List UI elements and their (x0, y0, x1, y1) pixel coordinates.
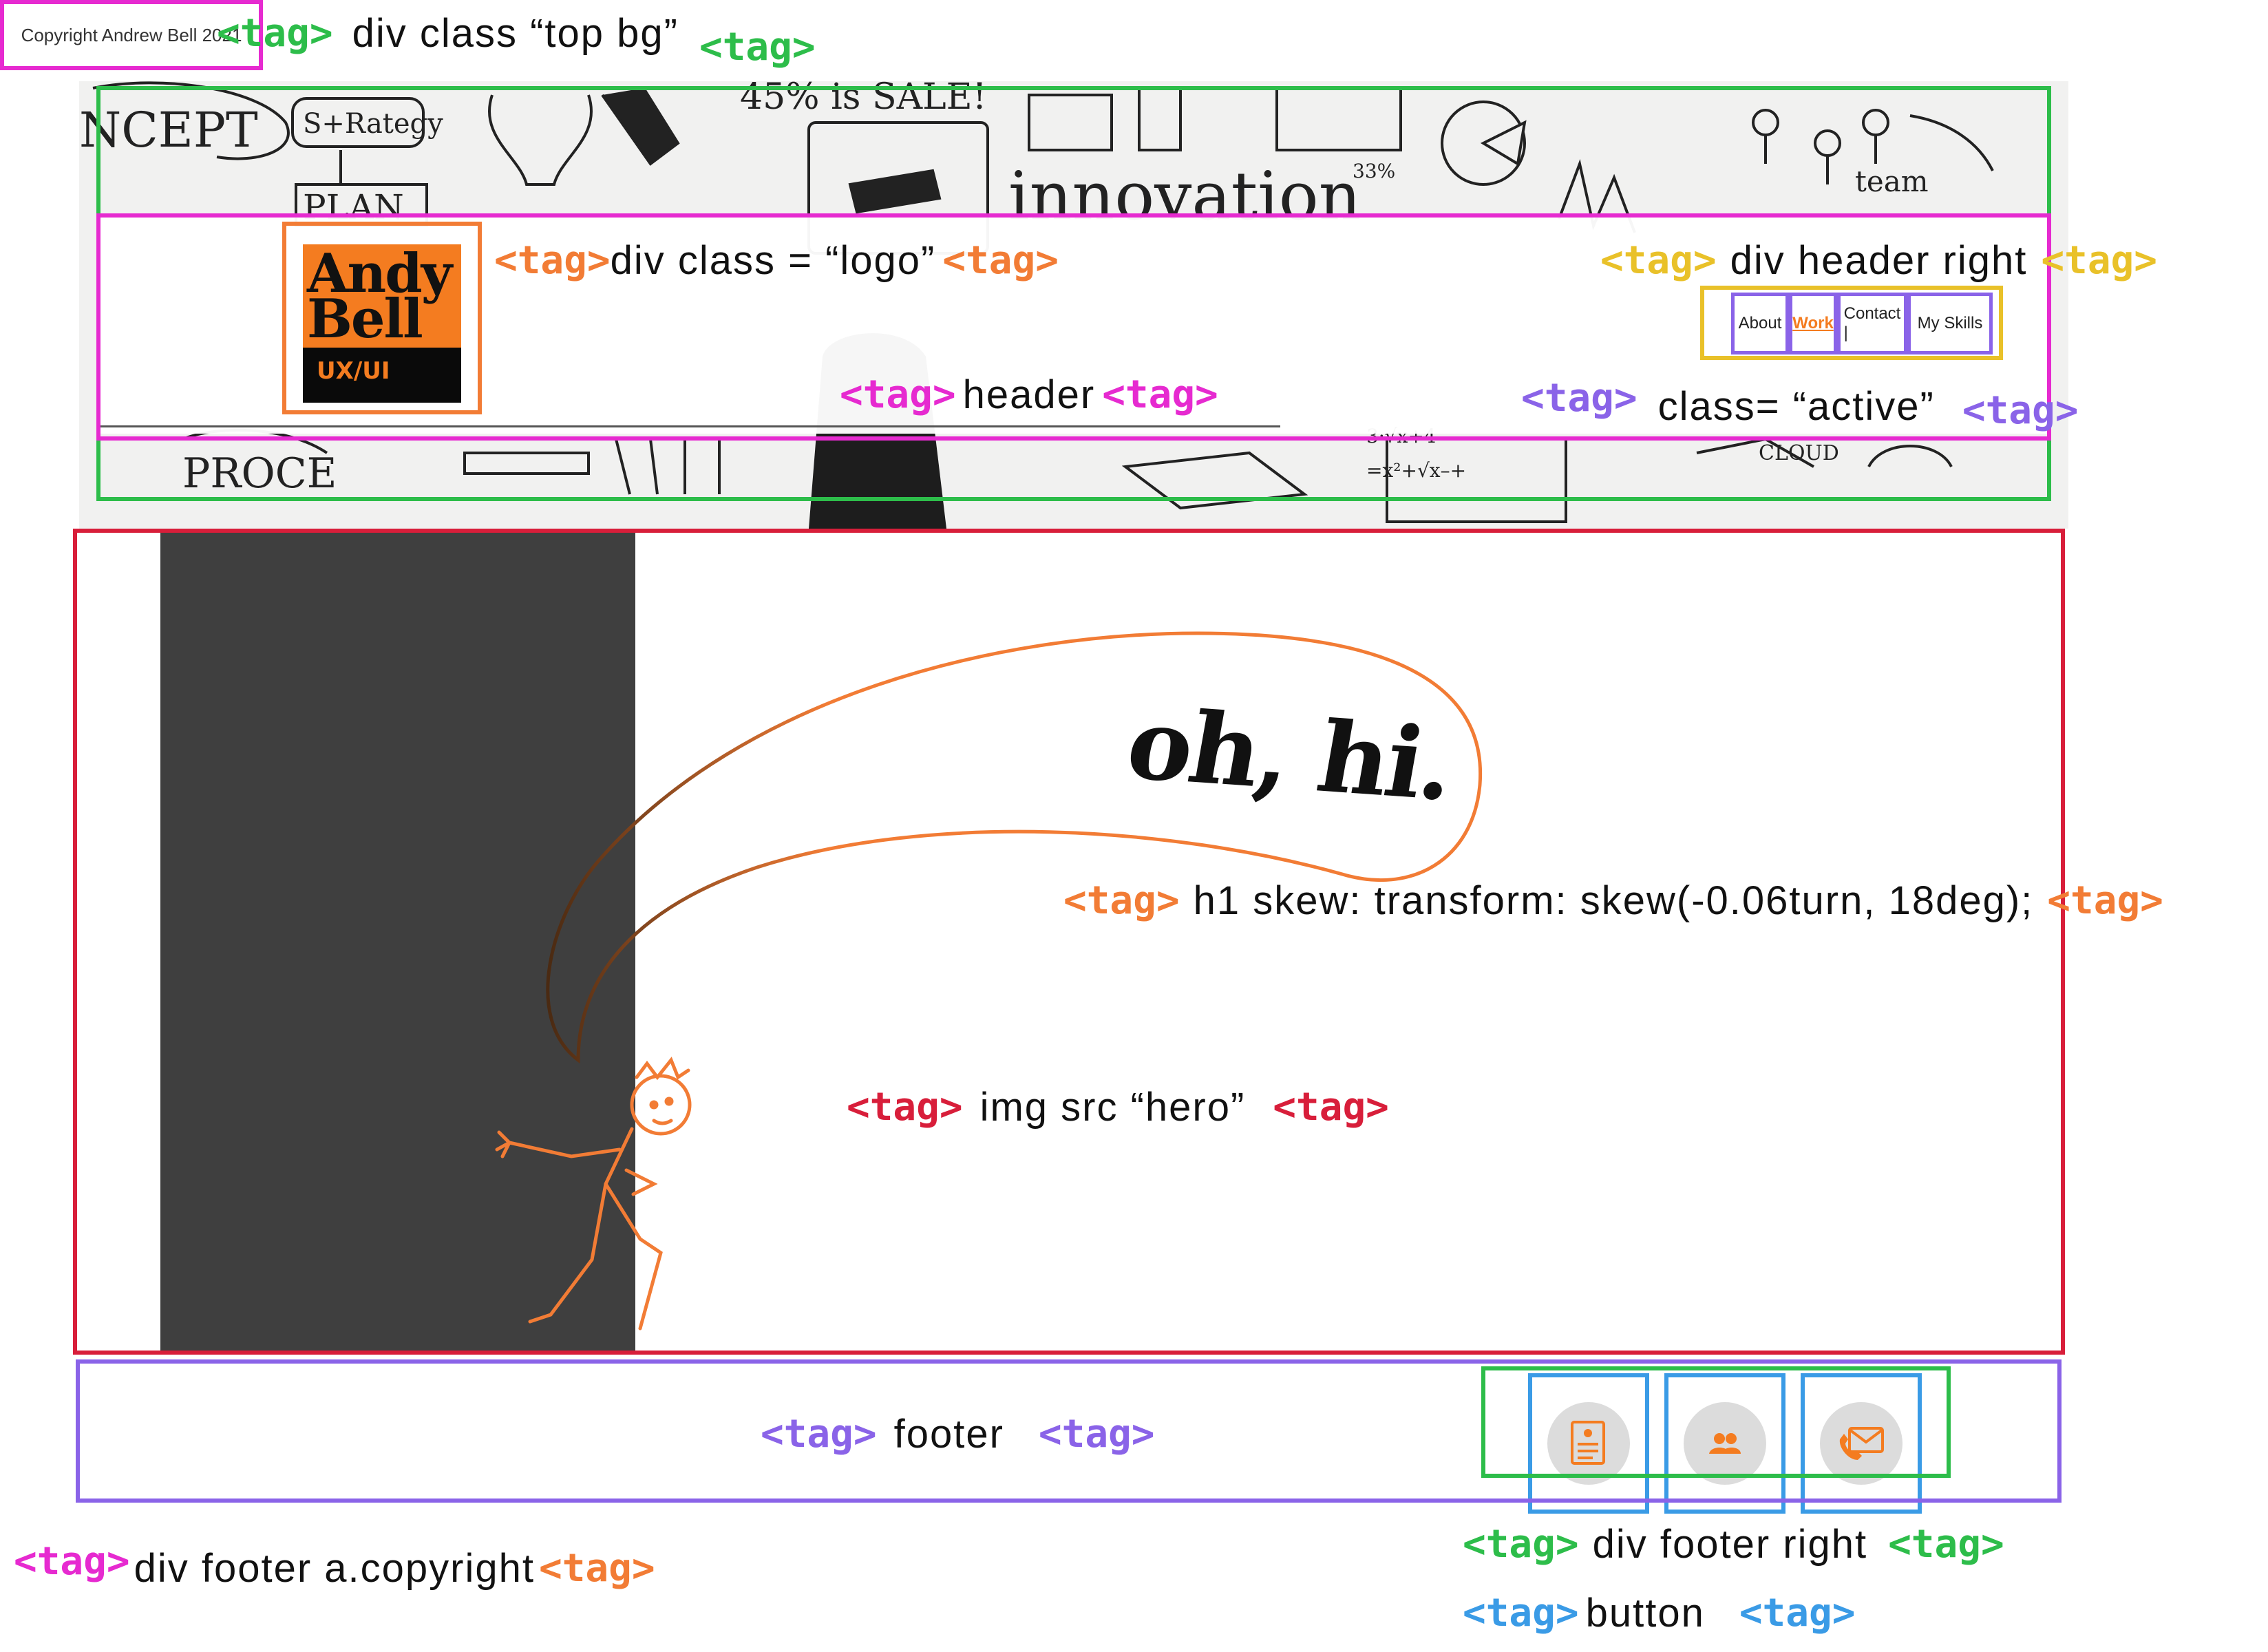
annotation-label: footer (893, 1412, 1004, 1457)
annotation-active: <tag> class= “active” <tag> (1521, 375, 2078, 433)
annotation-footer-copyright: <tag> div footer a.copyright <tag> (14, 1539, 655, 1591)
annotation-footer-right: <tag> div footer right <tag> (1463, 1521, 2004, 1567)
annotation-hero: <tag> img src “hero” <tag> (847, 1084, 1389, 1130)
annotation-header-right: <tag> div header right <tag> (1600, 237, 2157, 284)
annotation-label: h1 skew: transform: skew(-0.06turn, 18de… (1193, 878, 2034, 923)
header-right-outline (1700, 286, 2003, 360)
tag-open: <tag> (1063, 878, 1180, 923)
annotation-label: img src “hero” (979, 1085, 1246, 1130)
tag-open: <tag> (1521, 376, 1638, 421)
annotation-label: div header right (1730, 238, 2028, 283)
tag-open: <tag> (1463, 1522, 1579, 1567)
annotation-top-bg: <tag> div class “top bg” <tag> (217, 10, 816, 70)
tag-open: <tag> (1600, 238, 1717, 283)
tag-open: <tag> (217, 11, 333, 56)
tag-close: <tag> (2041, 238, 2157, 283)
annotation-label: div footer right (1592, 1522, 1868, 1567)
annotation-label: header (962, 372, 1096, 417)
tag-close: <tag> (1102, 372, 1218, 417)
logo-outline (282, 222, 482, 414)
annotation-label: class= “active” (1657, 384, 1935, 429)
tag-open: <tag> (494, 238, 611, 283)
annotation-label: div footer a.copyright (134, 1546, 535, 1591)
annotation-header: <tag> header <tag> (840, 372, 1218, 418)
hero-outline (73, 529, 2065, 1355)
annotation-footer: <tag> footer <tag> (761, 1411, 1154, 1457)
tag-open: <tag> (761, 1412, 877, 1457)
tag-close: <tag> (2047, 878, 2163, 923)
tag-open: <tag> (14, 1539, 130, 1584)
annotation-logo: <tag> div class = “logo” <tag> (494, 237, 1059, 284)
tag-close: <tag> (1888, 1522, 2004, 1567)
tag-close: <tag> (1962, 388, 2079, 433)
tag-open: <tag> (847, 1085, 963, 1130)
tag-close: <tag> (1038, 1412, 1155, 1457)
annotation-label: button (1585, 1591, 1705, 1635)
tag-open: <tag> (1463, 1591, 1579, 1635)
tag-close: <tag> (1273, 1085, 1389, 1130)
tag-open: <tag> (840, 372, 956, 417)
tag-close: <tag> (699, 25, 816, 70)
annotation-label: div class = “logo” (610, 238, 936, 283)
tag-close: <tag> (942, 238, 1059, 283)
annotation-label: div class “top bg” (352, 11, 679, 56)
footer-right-outline (1481, 1366, 1951, 1478)
tag-close: <tag> (1739, 1591, 1856, 1635)
tag-close: <tag> (538, 1546, 655, 1591)
annotation-h1: <tag> h1 skew: transform: skew(-0.06turn… (1063, 878, 2163, 924)
annotation-button: <tag> button <tag> (1463, 1590, 1855, 1636)
